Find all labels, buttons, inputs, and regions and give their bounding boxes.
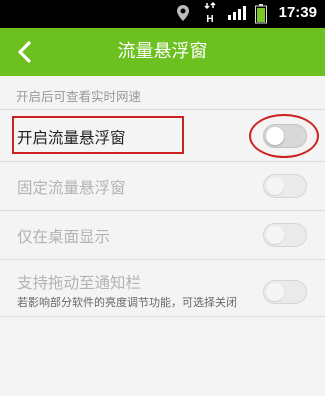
- location-icon: [176, 4, 190, 26]
- fix-overlay-toggle[interactable]: [263, 174, 307, 198]
- settings-list: 开启后可查看实时网速 开启流量悬浮窗 固定流量悬浮窗 仅在桌面显示 支持拖动至通…: [0, 76, 325, 396]
- signal-bars-icon: [228, 5, 246, 25]
- setting-label: 支持拖动至通知栏: [17, 274, 142, 292]
- toggle-knob: [266, 226, 284, 244]
- divider: [0, 210, 325, 211]
- divider: [0, 316, 325, 317]
- divider: [0, 161, 325, 162]
- annotation-rectangle: [12, 116, 184, 154]
- setting-sublabel: 若影响部分软件的亮度调节功能，可选择关闭: [17, 296, 237, 309]
- setting-label: 固定流量悬浮窗: [17, 179, 126, 197]
- status-time: 17:39: [278, 4, 317, 21]
- divider: [0, 109, 325, 110]
- status-bar: H 17:39: [0, 0, 325, 28]
- desktop-only-toggle[interactable]: [263, 223, 307, 247]
- divider: [0, 259, 325, 260]
- back-button[interactable]: [8, 36, 42, 68]
- network-h-icon: H: [203, 1, 217, 28]
- chevron-left-icon: [18, 41, 31, 63]
- toggle-knob: [266, 283, 284, 301]
- page-title: 流量悬浮窗: [117, 41, 208, 62]
- section-header: 开启后可查看实时网速: [16, 89, 142, 104]
- svg-text:H: H: [206, 14, 213, 24]
- toggle-knob: [266, 177, 284, 195]
- setting-label: 仅在桌面显示: [17, 228, 111, 246]
- drag-to-notification-toggle[interactable]: [263, 280, 307, 304]
- app-bar: 流量悬浮窗: [0, 28, 325, 76]
- annotation-ellipse: [249, 114, 319, 158]
- battery-icon: [255, 4, 267, 28]
